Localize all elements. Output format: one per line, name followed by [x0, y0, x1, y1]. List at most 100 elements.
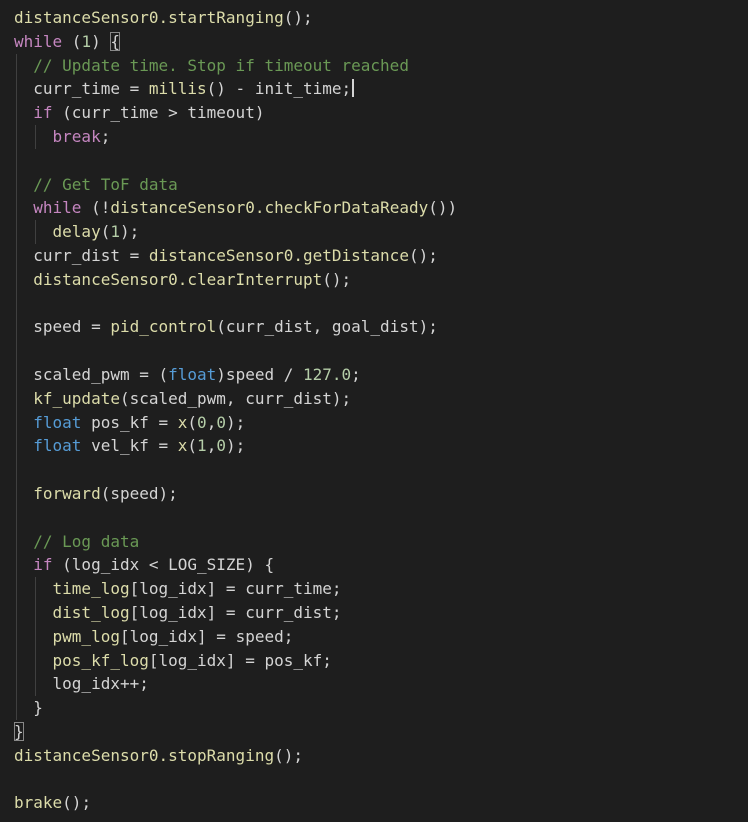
indent-guide [16, 172, 17, 197]
code-line[interactable] [0, 505, 748, 530]
code-line[interactable] [0, 148, 748, 173]
code-line[interactable]: curr_dist = distanceSensor0.getDistance(… [0, 243, 748, 268]
indent-guide [16, 386, 17, 411]
code-line[interactable]: break; [0, 124, 748, 149]
code-line[interactable]: if (log_idx < LOG_SIZE) { [0, 553, 748, 578]
indent-guide [16, 148, 17, 173]
code-line[interactable]: distanceSensor0.stopRanging(); [0, 744, 748, 768]
code-token: brake [14, 793, 63, 813]
indent-guide [35, 648, 36, 673]
code-line[interactable]: brake(); [0, 791, 748, 815]
code-line[interactable]: delay(1); [0, 220, 748, 244]
code-token: log_idx++; [52, 674, 149, 694]
code-line[interactable]: speed = pid_control(curr_dist, goal_dist… [0, 315, 748, 340]
code-editor[interactable]: distanceSensor0.startRanging(); while (1)… [0, 0, 748, 822]
code-token: ; [351, 364, 361, 384]
indent-guide [16, 696, 17, 720]
indent-guide [16, 481, 17, 506]
code-token: [log_idx] = curr_time; [129, 579, 342, 599]
indent-guide [35, 672, 36, 697]
code-token: ); [225, 436, 246, 456]
indent-guide [16, 648, 17, 673]
code-line[interactable]: // Get ToF data [0, 172, 748, 197]
code-line[interactable] [0, 458, 748, 482]
code-line[interactable]: time_log[log_idx] = curr_time; [0, 577, 748, 601]
code-token: 0 [216, 412, 226, 432]
code-token: speed = [33, 317, 111, 337]
code-line[interactable] [0, 339, 748, 363]
code-line[interactable]: distanceSensor0.startRanging(); [0, 6, 748, 30]
code-line[interactable]: } [0, 696, 748, 720]
code-token: distanceSensor0.startRanging [14, 8, 284, 27]
code-token: pid_control [110, 317, 217, 337]
indent-guide [16, 529, 17, 554]
code-line[interactable] [0, 768, 748, 792]
code-token: (scaled_pwm, curr_dist); [119, 388, 352, 408]
code-line[interactable]: kf_update(scaled_pwm, curr_dist); [0, 386, 748, 411]
indent-guide [16, 458, 17, 482]
code-line[interactable]: curr_time = millis() - init_time; [0, 77, 748, 102]
code-token: , [206, 412, 217, 432]
code-token: [log_idx] = speed; [119, 626, 294, 646]
indent-guide [35, 577, 36, 601]
code-line[interactable]: distanceSensor0.clearInterrupt(); [0, 267, 748, 292]
code-token: [log_idx] = pos_kf; [148, 650, 332, 670]
code-token: dist_log [52, 602, 130, 622]
code-token: forward [33, 483, 101, 503]
code-line[interactable]: // Update time. Stop if timeout reached [0, 53, 748, 78]
indent-guide [16, 362, 17, 387]
code-token: delay [52, 222, 101, 242]
code-line[interactable]: // Log data [0, 529, 748, 554]
code-token: vel_kf = [81, 436, 178, 456]
code-line[interactable]: while (!distanceSensor0.checkForDataRead… [0, 196, 748, 221]
code-token: float [168, 364, 217, 384]
indent-guide [35, 624, 36, 649]
code-token: )speed / [216, 364, 303, 384]
indent-guide [16, 434, 17, 459]
code-line[interactable]: pos_kf_log[log_idx] = pos_kf; [0, 648, 748, 673]
indent-guide [35, 124, 36, 149]
code-token: 1 [110, 222, 120, 242]
code-token: while [14, 31, 63, 51]
indent-guide [16, 672, 17, 697]
code-token: // Log data [33, 531, 140, 551]
indent-guide [16, 577, 17, 601]
code-line[interactable]: float pos_kf = x(0,0); [0, 410, 748, 435]
code-token: (log_idx < LOG_SIZE) { [52, 555, 275, 575]
code-token: 0 [197, 412, 207, 432]
code-line[interactable]: while (1) { [0, 30, 748, 54]
code-line[interactable]: forward(speed); [0, 481, 748, 506]
code-token: 1 [81, 31, 92, 51]
code-token: distanceSensor0.clearInterrupt [33, 269, 323, 289]
code-line[interactable]: log_idx++; [0, 672, 748, 697]
indent-guide [16, 101, 17, 125]
code-line[interactable]: scaled_pwm = (float)speed / 127.0; [0, 362, 748, 387]
code-line[interactable]: float vel_kf = x(1,0); [0, 434, 748, 459]
code-line[interactable]: pwm_log[log_idx] = speed; [0, 624, 748, 649]
code-token: float [33, 412, 82, 432]
code-line[interactable]: if (curr_time > timeout) [0, 101, 748, 125]
indent-guide [16, 267, 17, 292]
code-token: distanceSensor0.stopRanging [14, 745, 275, 765]
code-token: { [110, 31, 120, 51]
code-line[interactable] [0, 291, 748, 316]
code-token: if [33, 103, 53, 123]
code-line[interactable]: } [0, 720, 748, 744]
code-token: x [177, 436, 188, 456]
code-token: (); [274, 745, 303, 765]
code-token: ( [187, 412, 198, 432]
code-token: scaled_pwm = ( [33, 364, 169, 384]
code-token: break [52, 126, 101, 146]
code-token: pos_kf_log [52, 650, 149, 670]
indent-guide [16, 315, 17, 340]
code-line[interactable]: dist_log[log_idx] = curr_dist; [0, 600, 748, 625]
code-token: ) [91, 31, 111, 51]
code-token: pos_kf = [81, 412, 178, 432]
indent-guide [35, 600, 36, 625]
code-token: ); [119, 222, 140, 242]
indent-guide [16, 505, 17, 530]
code-token: (curr_time > timeout) [52, 103, 265, 123]
indent-guide [16, 624, 17, 649]
code-token: ); [225, 412, 246, 432]
code-token: ( [62, 31, 82, 51]
